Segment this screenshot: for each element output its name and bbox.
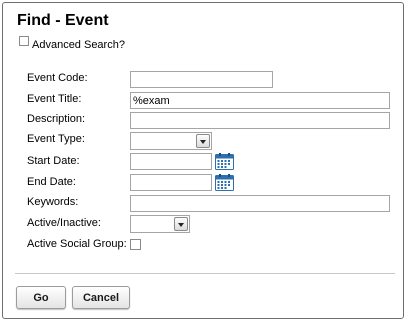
start-date-label: Start Date:: [27, 155, 80, 167]
calendar-icon[interactable]: [215, 153, 234, 170]
active-social-group-checkbox[interactable]: [130, 239, 141, 250]
cancel-button[interactable]: Cancel: [72, 286, 130, 309]
chevron-down-icon[interactable]: [174, 217, 188, 231]
footer-divider: [15, 273, 395, 274]
end-date-input[interactable]: [130, 174, 212, 191]
advanced-search-checkbox[interactable]: [19, 36, 29, 46]
event-title-input[interactable]: [130, 92, 390, 109]
keywords-label: Keywords:: [27, 196, 79, 208]
description-label: Description:: [27, 113, 86, 125]
active-inactive-select[interactable]: [130, 215, 190, 233]
advanced-search-label: Advanced Search?: [32, 39, 125, 51]
find-event-dialog: Find - Event Advanced Search? Event Code…: [2, 2, 404, 319]
start-date-input[interactable]: [130, 153, 212, 170]
keywords-input[interactable]: [130, 195, 390, 212]
calendar-icon[interactable]: [215, 174, 234, 191]
chevron-down-icon[interactable]: [196, 134, 210, 148]
go-button[interactable]: Go: [16, 286, 66, 309]
event-title-label: Event Title:: [27, 93, 82, 105]
event-type-label: Event Type:: [27, 133, 85, 145]
event-code-label: Event Code:: [27, 72, 88, 84]
active-inactive-label: Active/Inactive:: [27, 217, 101, 229]
dialog-title: Find - Event: [17, 12, 109, 29]
description-input[interactable]: [130, 112, 390, 129]
end-date-label: End Date:: [27, 176, 76, 188]
active-social-group-label: Active Social Group:: [27, 238, 127, 250]
event-code-input[interactable]: [130, 71, 273, 88]
event-type-select[interactable]: [130, 132, 212, 150]
